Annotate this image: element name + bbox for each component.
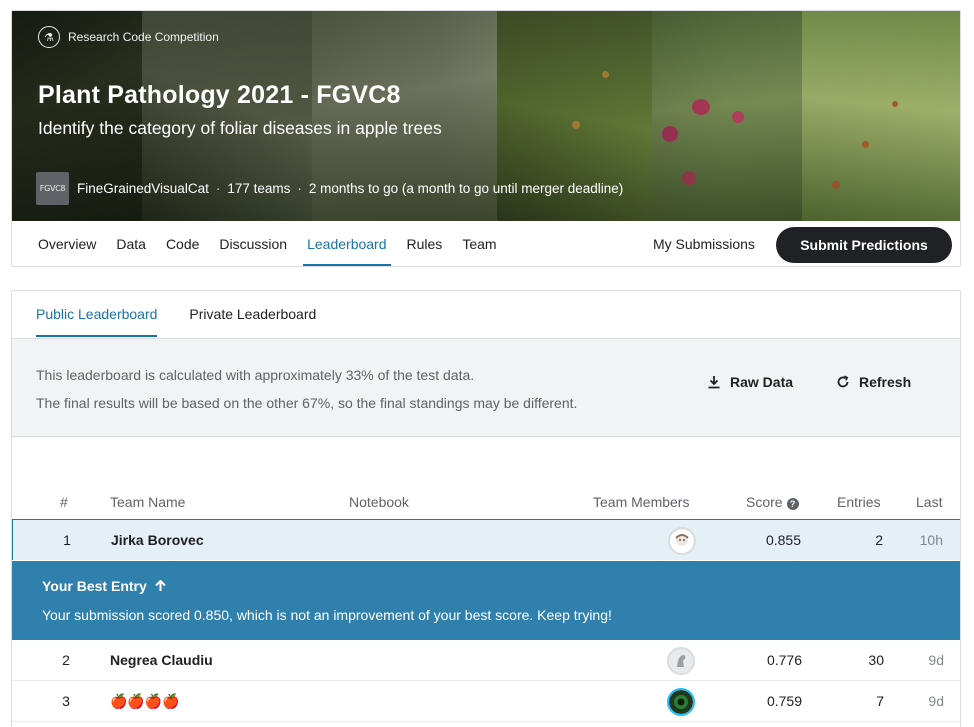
tab-public-leaderboard[interactable]: Public Leaderboard xyxy=(36,291,158,338)
competition-banner-image: ⚗ Research Code Competition Plant Pathol… xyxy=(12,11,960,221)
column-notebook: Notebook xyxy=(349,494,409,510)
row-rank: 2 xyxy=(62,652,70,668)
table-row[interactable]: 1 Jirka Borovec 0.855 2 10h xyxy=(12,519,960,561)
row-team-name[interactable]: Negrea Claudiu xyxy=(110,640,213,681)
best-entry-banner: Your Best Entry Your submission scored 0… xyxy=(12,561,960,640)
row-score: 0.776 xyxy=(766,652,802,668)
column-team-name: Team Name xyxy=(110,494,186,510)
org-name[interactable]: FineGrainedVisualCat xyxy=(77,181,209,196)
competition-type-label: Research Code Competition xyxy=(68,30,219,44)
column-rank: # xyxy=(60,494,68,510)
row-rank: 1 xyxy=(63,532,71,548)
column-score-label: Score xyxy=(746,494,783,510)
tab-discussion[interactable]: Discussion xyxy=(219,221,287,266)
tab-private-leaderboard[interactable]: Private Leaderboard xyxy=(189,291,316,338)
tab-team[interactable]: Team xyxy=(462,221,496,266)
leaderboard-tabs: Public Leaderboard Private Leaderboard xyxy=(12,291,960,338)
submit-predictions-button[interactable]: Submit Predictions xyxy=(776,227,952,263)
row-entries: 2 xyxy=(875,532,883,548)
tab-code[interactable]: Code xyxy=(166,221,199,266)
row-last: 9d xyxy=(928,652,944,668)
avatar[interactable] xyxy=(668,527,696,555)
org-avatar[interactable]: FGVC8 xyxy=(36,172,69,205)
raw-data-button[interactable]: Raw Data xyxy=(706,374,793,390)
time-remaining: 2 months to go (a month to go until merg… xyxy=(308,181,624,196)
meta-separator: · xyxy=(215,181,221,196)
refresh-label: Refresh xyxy=(859,374,912,390)
competition-title: Plant Pathology 2021 - FGVC8 xyxy=(38,81,401,109)
row-entries: 7 xyxy=(876,693,884,709)
tab-leaderboard[interactable]: Leaderboard xyxy=(303,221,391,266)
row-team-name[interactable]: Jirka Borovec xyxy=(111,520,204,561)
competition-type: ⚗ Research Code Competition xyxy=(38,26,219,48)
arrow-up-icon xyxy=(154,579,166,595)
row-entries: 30 xyxy=(868,652,884,668)
column-team-members: Team Members xyxy=(593,494,690,510)
row-score: 0.759 xyxy=(766,693,802,709)
raw-data-label: Raw Data xyxy=(730,374,794,390)
refresh-button[interactable]: Refresh xyxy=(835,374,911,390)
tab-data[interactable]: Data xyxy=(116,221,146,266)
competition-subtitle: Identify the category of foliar diseases… xyxy=(38,118,442,138)
download-icon xyxy=(706,374,722,390)
best-entry-title: Your Best Entry xyxy=(42,578,166,595)
leaderboard-panel: Public Leaderboard Private Leaderboard T… xyxy=(11,290,961,727)
competition-nav: Overview Data Code Discussion Leaderboar… xyxy=(12,221,960,266)
tab-overview[interactable]: Overview xyxy=(38,221,96,266)
avatar[interactable] xyxy=(667,688,695,716)
tab-rules[interactable]: Rules xyxy=(407,221,443,266)
leaderboard-info: This leaderboard is calculated with appr… xyxy=(12,338,960,437)
column-score[interactable]: Score? xyxy=(746,494,799,510)
flask-icon: ⚗ xyxy=(38,26,60,48)
row-rank: 3 xyxy=(62,693,70,709)
table-row[interactable]: 3 🍎🍎🍎🍎 0.759 7 9d xyxy=(12,681,960,722)
competition-meta: FGVC8 FineGrainedVisualCat · 177 teams ·… xyxy=(36,172,623,205)
competition-header: ⚗ Research Code Competition Plant Pathol… xyxy=(11,10,961,267)
row-score: 0.855 xyxy=(765,532,801,548)
my-submissions-link[interactable]: My Submissions xyxy=(653,221,755,266)
team-count: 177 teams xyxy=(227,181,291,196)
info-line-2: The final results will be based on the o… xyxy=(36,395,578,411)
avatar[interactable] xyxy=(667,647,695,675)
meta-separator: · xyxy=(297,181,302,196)
info-line-1: This leaderboard is calculated with appr… xyxy=(36,367,475,383)
help-icon[interactable]: ? xyxy=(786,498,799,510)
table-row[interactable]: 2 Negrea Claudiu 0.776 30 9d xyxy=(12,640,960,681)
row-team-name[interactable]: 🍎🍎🍎🍎 xyxy=(110,681,180,722)
best-entry-title-label: Your Best Entry xyxy=(42,578,147,594)
best-entry-message: Your submission scored 0.850, which is n… xyxy=(42,607,612,623)
row-last: 10h xyxy=(919,532,943,548)
refresh-icon xyxy=(835,374,851,390)
row-last: 9d xyxy=(928,693,944,709)
column-entries: Entries xyxy=(837,494,881,510)
column-last: Last xyxy=(916,494,943,510)
